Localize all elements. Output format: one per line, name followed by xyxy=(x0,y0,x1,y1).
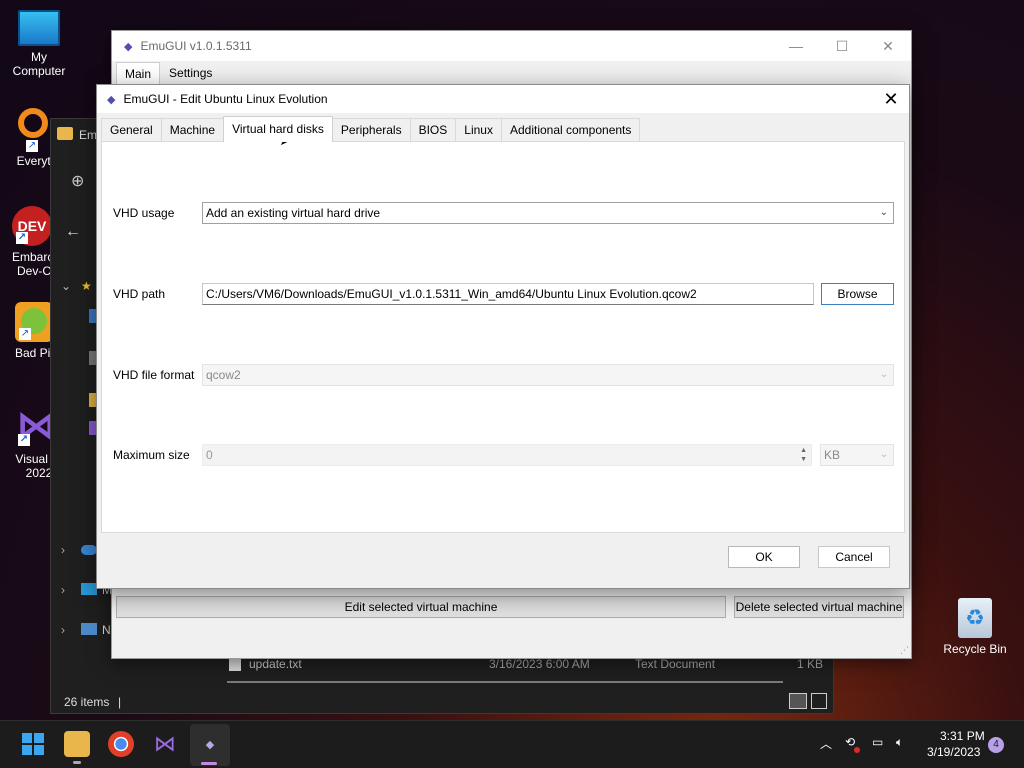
tab-peripherals[interactable]: Peripherals xyxy=(331,118,411,142)
onedrive-icon xyxy=(81,545,97,555)
emugui-app-icon: ◆ xyxy=(124,40,133,53)
this-pc-icon xyxy=(81,583,97,595)
dialog-close-button[interactable]: ✕ xyxy=(879,88,903,110)
desktop-icon-label: My Computer xyxy=(12,50,66,78)
delete-vm-button[interactable]: Delete selected virtual machine xyxy=(734,596,904,618)
main-window-title: EmuGUI v1.0.1.5311 xyxy=(140,39,252,53)
network-icon xyxy=(81,623,97,635)
recycle-bin-icon: ♻ xyxy=(958,598,992,638)
browse-button[interactable]: Browse xyxy=(821,283,894,305)
emugui-icon[interactable]: ◆ xyxy=(197,731,223,757)
desktop-icon-recycle-bin[interactable]: ♻ Recycle Bin xyxy=(939,598,1011,656)
chevron-down-icon[interactable]: ⌄ xyxy=(61,279,71,293)
file-name[interactable]: update.txt xyxy=(249,657,302,671)
desktop-icon-my-computer[interactable]: My Computer xyxy=(3,10,75,78)
start-button[interactable] xyxy=(20,731,46,757)
network-icon[interactable]: ▭ xyxy=(872,735,883,749)
chevron-down-icon: ⌄ xyxy=(879,449,888,460)
edit-vm-dialog: ◆ EmuGUI - Edit Ubuntu Linux Evolution ✕… xyxy=(96,84,910,589)
clock-time[interactable]: 3:31 PM xyxy=(940,729,985,743)
chevron-down-icon: ⌄ xyxy=(879,207,888,218)
desktop-icon-label: Recycle Bin xyxy=(943,642,1007,656)
tab-additional-components[interactable]: Additional components xyxy=(500,118,641,142)
file-size: 1 KB xyxy=(797,657,824,671)
error-badge xyxy=(854,747,860,753)
vhd-usage-label: VHD usage xyxy=(113,206,175,220)
vhd-format-select[interactable]: qcow2 ⌄ xyxy=(202,364,894,386)
vhd-path-label: VHD path xyxy=(113,287,166,301)
item-count: 26 items xyxy=(64,695,110,709)
cancel-button[interactable]: Cancel xyxy=(818,546,890,568)
file-explorer-icon[interactable] xyxy=(64,731,90,757)
vhd-format-label: VHD file format xyxy=(113,368,195,382)
devcpp-icon: DEV ↗ xyxy=(12,206,52,246)
details-view-button[interactable] xyxy=(789,693,807,709)
dialog-tabs: General Machine Virtual hard disks Perip… xyxy=(101,116,641,142)
tab-main[interactable]: Main xyxy=(116,62,161,85)
resize-grip-icon[interactable]: ⋰ xyxy=(900,645,909,656)
max-size-spinbox[interactable]: 0 ▲ ▼ xyxy=(202,444,812,466)
star-icon: ★ xyxy=(81,279,92,293)
notification-badge[interactable]: 4 xyxy=(988,737,1004,753)
max-size-value: 0 xyxy=(206,448,213,462)
tab-linux[interactable]: Linux xyxy=(455,118,502,142)
vhd-tab-panel: VHD usage Add an existing virtual hard d… xyxy=(101,141,905,533)
tab-settings[interactable]: Settings xyxy=(160,61,221,85)
visual-studio-icon[interactable]: ⋈ xyxy=(152,731,178,757)
main-tabbar: Main Settings xyxy=(112,61,911,85)
horizontal-scrollbar[interactable] xyxy=(227,681,783,683)
file-type: Text Document xyxy=(635,657,716,671)
clock-date[interactable]: 3/19/2023 xyxy=(927,745,980,759)
running-indicator xyxy=(73,761,81,764)
vhd-format-value: qcow2 xyxy=(206,368,241,382)
back-arrow-icon[interactable]: ← xyxy=(65,223,81,241)
chevron-down-icon: ⌄ xyxy=(879,369,888,380)
file-date: 3/16/2023 6:00 AM xyxy=(489,657,590,671)
chevron-right-icon[interactable]: › xyxy=(61,623,65,637)
tiles-view-button[interactable] xyxy=(811,693,827,709)
ok-button[interactable]: OK xyxy=(728,546,800,568)
vhd-usage-select[interactable]: Add an existing virtual hard drive ⌄ xyxy=(202,202,894,224)
chevron-right-icon[interactable]: › xyxy=(61,543,65,557)
monitor-icon xyxy=(18,10,60,46)
folder-icon xyxy=(57,127,73,140)
edit-vm-button[interactable]: Edit selected virtual machine xyxy=(116,596,726,618)
sync-icon[interactable]: ⟲ xyxy=(845,735,855,749)
chrome-icon[interactable] xyxy=(108,731,134,757)
dialog-title: EmuGUI - Edit Ubuntu Linux Evolution xyxy=(123,92,328,106)
max-size-unit-value: KB xyxy=(824,448,841,462)
active-indicator xyxy=(201,762,217,765)
max-size-label: Maximum size xyxy=(113,448,190,462)
minimize-button[interactable]: — xyxy=(773,31,819,61)
close-button[interactable]: ✕ xyxy=(865,31,911,61)
chevron-up-icon[interactable]: ︿ xyxy=(820,735,832,752)
maximize-button[interactable]: ☐ xyxy=(819,31,865,61)
chevron-right-icon[interactable]: › xyxy=(61,583,65,597)
tab-virtual-hard-disks[interactable]: Virtual hard disks xyxy=(223,116,333,142)
volume-icon[interactable]: 🔈︎ xyxy=(896,735,903,750)
explorer-title: Em xyxy=(79,128,97,142)
vhd-path-input[interactable]: C:/Users/VM6/Downloads/EmuGUI_v1.0.1.531… xyxy=(202,283,814,305)
nav-item-network[interactable]: N xyxy=(102,623,111,637)
text-file-icon xyxy=(229,659,241,671)
add-icon[interactable]: ⊕ xyxy=(71,171,84,191)
max-size-unit-select[interactable]: KB ⌄ xyxy=(820,444,894,466)
tab-machine[interactable]: Machine xyxy=(160,118,225,142)
magnifier-icon: ↗ xyxy=(8,106,52,152)
emugui-app-icon: ◆ xyxy=(107,93,116,106)
taskbar: ⋈ ◆ ︿ ⟲ ▭ 🔈︎ 3:31 PM 3/19/2023 4 xyxy=(0,720,1024,768)
dialog-titlebar: ◆ EmuGUI - Edit Ubuntu Linux Evolution xyxy=(97,85,909,113)
vhd-usage-value: Add an existing virtual hard drive xyxy=(206,206,381,220)
spin-arrows-icon[interactable]: ▲ ▼ xyxy=(800,446,807,464)
status-separator: | xyxy=(118,695,122,709)
tab-bios[interactable]: BIOS xyxy=(409,118,457,142)
pig-icon: ↗ xyxy=(15,302,53,342)
tab-general[interactable]: General xyxy=(101,118,162,142)
